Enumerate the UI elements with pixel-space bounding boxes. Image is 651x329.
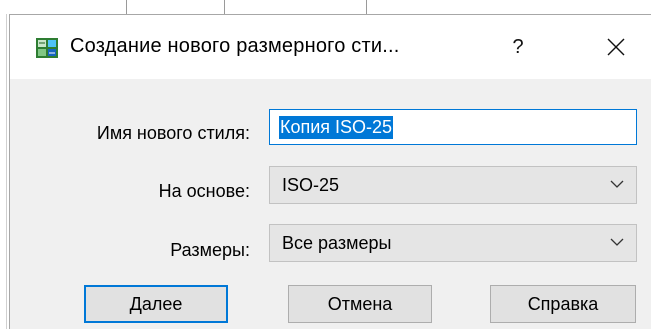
next-button[interactable]: Далее [84, 285, 228, 323]
background-divider [126, 0, 127, 14]
background-divider [6, 14, 7, 329]
close-button[interactable] [594, 25, 638, 69]
sizes-value: Все размеры [282, 233, 392, 253]
sizes-label: Размеры: [170, 240, 250, 260]
sizes-dropdown[interactable]: Все размеры [269, 224, 637, 262]
background-divider [366, 0, 367, 14]
based-on-value: ISO-25 [282, 175, 340, 195]
create-dimension-style-dialog: Создание нового размерного сти... ? Имя … [9, 14, 651, 329]
background-divider [224, 0, 225, 14]
new-style-name-input[interactable]: Копия ISO-25 [269, 109, 637, 145]
help-button[interactable]: Справка [490, 285, 636, 323]
new-style-name-value[interactable]: Копия ISO-25 [279, 116, 394, 139]
title-bar[interactable]: Создание нового размерного сти... ? [10, 15, 651, 79]
close-icon [607, 38, 625, 56]
chevron-down-icon [610, 180, 624, 188]
chevron-down-icon [610, 238, 624, 246]
dimension-style-icon [36, 38, 58, 58]
based-on-label: На основе: [158, 181, 250, 201]
help-question-button[interactable]: ? [498, 25, 538, 69]
dialog-title: Создание нового размерного сти... [70, 35, 400, 57]
new-style-name-label: Имя нового стиля: [96, 123, 250, 143]
background-window-edge [0, 14, 9, 329]
based-on-dropdown[interactable]: ISO-25 [269, 166, 637, 204]
background-window-fragment [0, 0, 651, 14]
cancel-button[interactable]: Отмена [288, 285, 432, 323]
